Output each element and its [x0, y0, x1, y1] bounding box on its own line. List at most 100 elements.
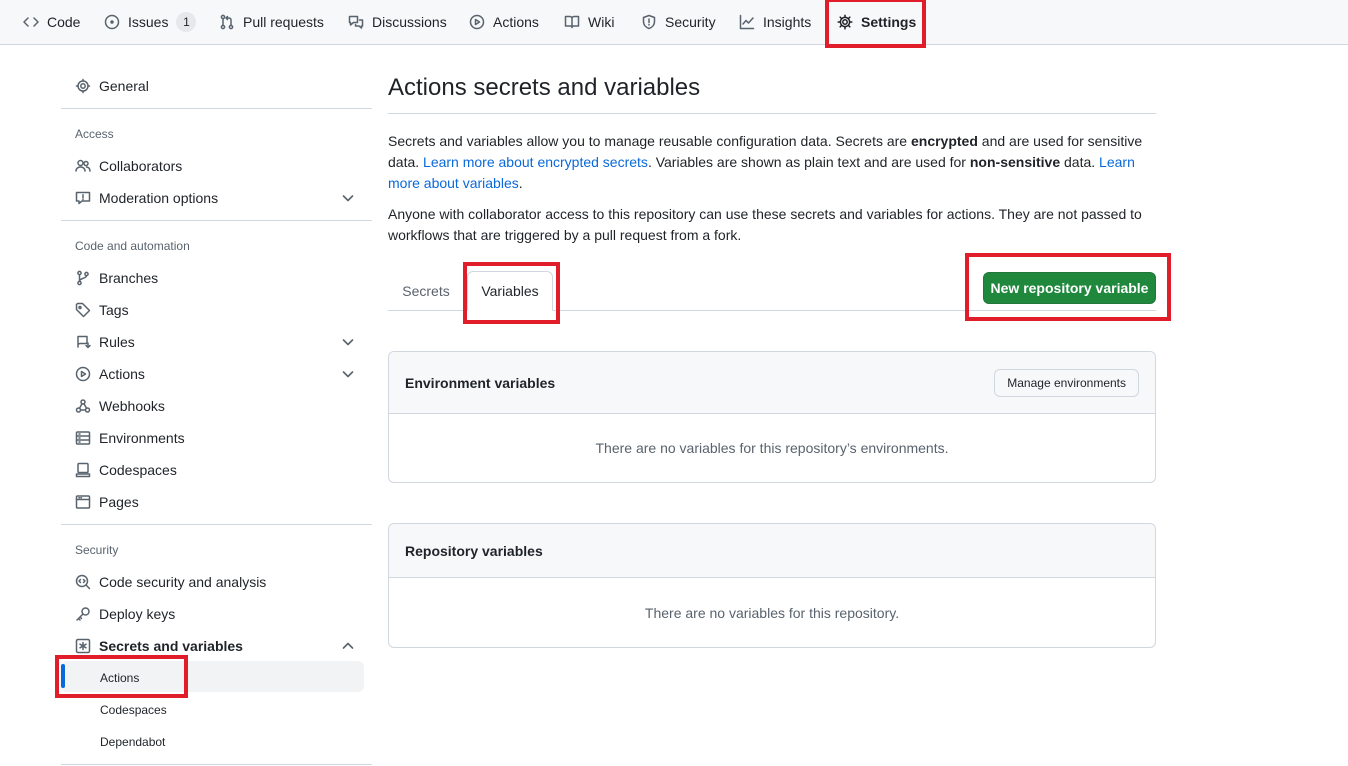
sidebar-divider — [61, 220, 372, 221]
sidebar-heading-security: Security — [75, 543, 119, 557]
chevron-down-icon[interactable] — [340, 366, 356, 382]
sidebar-item-codespaces[interactable]: Codespaces — [75, 456, 177, 484]
sidebar-heading-code-automation: Code and automation — [75, 239, 190, 253]
sidebar-item-environments[interactable]: Environments — [75, 424, 185, 452]
sidebar-item-deploy-keys[interactable]: Deploy keys — [75, 600, 175, 628]
tab-secrets[interactable]: Secrets — [388, 271, 464, 311]
gear-icon — [75, 78, 91, 94]
tab-pull-requests-label: Pull requests — [243, 14, 324, 30]
sidebar-heading-access: Access — [75, 127, 114, 141]
report-icon — [75, 191, 91, 205]
chevron-up-icon[interactable] — [340, 638, 356, 654]
environment-variables-box: Environment variables Manage environment… — [388, 351, 1156, 483]
tab-settings[interactable]: Settings — [837, 0, 916, 44]
tab-wiki[interactable]: Wiki — [564, 0, 614, 44]
sidebar-item-label: Secrets and variables — [99, 638, 243, 654]
codespaces-icon — [75, 462, 91, 478]
sidebar-item-actions[interactable]: Actions — [75, 360, 145, 388]
webhook-icon — [75, 399, 91, 413]
tab-issues-label: Issues — [128, 14, 169, 30]
intro-bold: encrypted — [910, 133, 978, 149]
graph-icon — [739, 14, 755, 30]
tab-issues[interactable]: Issues 1 — [104, 0, 197, 44]
tab-actions[interactable]: Actions — [469, 0, 539, 44]
issues-counter: 1 — [176, 12, 197, 32]
sidebar-item-secrets-and-variables[interactable]: Secrets and variables — [75, 632, 243, 660]
sidebar-subitem-dependabot[interactable]: Dependabot — [100, 735, 165, 749]
sidebar-item-label: Environments — [99, 430, 185, 446]
sidebar-item-label: Codespaces — [99, 462, 177, 478]
manage-environments-button[interactable]: Manage environments — [994, 369, 1139, 397]
environment-variables-title: Environment variables — [405, 375, 556, 391]
sidebar-active-indicator — [61, 664, 65, 688]
sidebar-item-label: Branches — [99, 270, 159, 286]
intro-text: . Variables are shown as plain text and … — [647, 154, 970, 170]
book-icon — [564, 15, 580, 29]
tab-settings-label: Settings — [861, 14, 917, 30]
sidebar-item-general[interactable]: General — [75, 72, 149, 100]
sidebar-item-label: General — [99, 78, 149, 94]
sidebar-item-branches[interactable]: Branches — [75, 264, 158, 292]
play-icon — [75, 366, 91, 382]
tab-insights[interactable]: Insights — [739, 0, 811, 44]
tab-security[interactable]: Security — [641, 0, 716, 44]
play-icon — [469, 14, 485, 30]
sidebar-item-label: Actions — [99, 366, 145, 382]
shield-icon — [642, 14, 656, 30]
sidebar-item-label: Deploy keys — [99, 606, 176, 622]
repository-variables-box: Repository variables There are no variab… — [388, 523, 1156, 648]
tab-security-label: Security — [665, 14, 716, 30]
new-repository-variable-button[interactable]: New repository variable — [983, 272, 1156, 304]
server-icon — [75, 431, 91, 445]
tab-discussions[interactable]: Discussions — [348, 0, 447, 44]
intro-text: data. — [1060, 154, 1100, 170]
sidebar-subitem-codespaces[interactable]: Codespaces — [100, 703, 167, 717]
chevron-down-icon[interactable] — [340, 190, 356, 206]
tab-variables[interactable]: Variables — [467, 271, 553, 311]
tab-wiki-label: Wiki — [588, 14, 615, 30]
box-header: Environment variables Manage environment… — [389, 352, 1155, 414]
sidebar-item-label: Pages — [99, 494, 139, 510]
repository-variables-empty: There are no variables for this reposito… — [644, 605, 900, 621]
sidebar-item-moderation-options[interactable]: Moderation options — [75, 184, 218, 212]
title-divider — [388, 113, 1156, 114]
browser-icon — [75, 495, 91, 509]
git-branch-icon — [77, 270, 89, 286]
intro-text: . — [518, 175, 523, 191]
sidebar-subitem-actions[interactable]: Actions — [100, 671, 139, 685]
key-asterisk-icon — [75, 638, 91, 654]
intro-text: Secrets and variables allow you to manag… — [388, 133, 911, 149]
code-icon — [23, 17, 39, 27]
sidebar-item-label: Code security and analysis — [99, 574, 267, 590]
repo-nav: Code Issues 1 Pull requests Discussions … — [0, 0, 1348, 45]
git-pull-request-icon — [220, 14, 234, 30]
gear-icon — [837, 14, 853, 30]
chevron-down-icon[interactable] — [340, 334, 356, 350]
sidebar-divider — [61, 108, 372, 109]
sidebar-item-webhooks[interactable]: Webhooks — [75, 392, 165, 420]
people-icon — [75, 159, 91, 172]
collaborator-note: Anyone with collaborator access to this … — [388, 206, 1142, 243]
sidebar-item-rules[interactable]: Rules — [75, 328, 135, 356]
sidebar-item-label: Collaborators — [99, 158, 183, 174]
sidebar-item-label: Webhooks — [99, 398, 165, 414]
tab-code[interactable]: Code — [23, 0, 80, 44]
tab-discussions-label: Discussions — [372, 14, 447, 30]
issue-opened-icon — [104, 14, 120, 30]
sidebar-item-tags[interactable]: Tags — [75, 296, 129, 324]
tab-actions-label: Actions — [493, 14, 539, 30]
sidebar-divider — [61, 764, 372, 765]
tab-pull-requests[interactable]: Pull requests — [219, 0, 324, 44]
tab-insights-label: Insights — [763, 14, 812, 30]
sidebar-divider — [61, 524, 372, 525]
environment-variables-empty: There are no variables for this reposito… — [595, 440, 949, 456]
sidebar-item-collaborators[interactable]: Collaborators — [75, 152, 182, 180]
sidebar-item-label: Tags — [99, 302, 129, 318]
sidebar-item-code-security[interactable]: Code security and analysis — [75, 568, 266, 596]
box-header: Repository variables — [389, 524, 1155, 578]
sidebar-item-pages[interactable]: Pages — [75, 488, 139, 516]
tag-icon — [75, 302, 91, 318]
sidebar-item-label: Moderation options — [99, 190, 219, 206]
learn-more-secrets-link[interactable]: Learn more about encrypted secrets — [423, 154, 648, 170]
intro-bold: non-sensitive — [969, 154, 1061, 170]
